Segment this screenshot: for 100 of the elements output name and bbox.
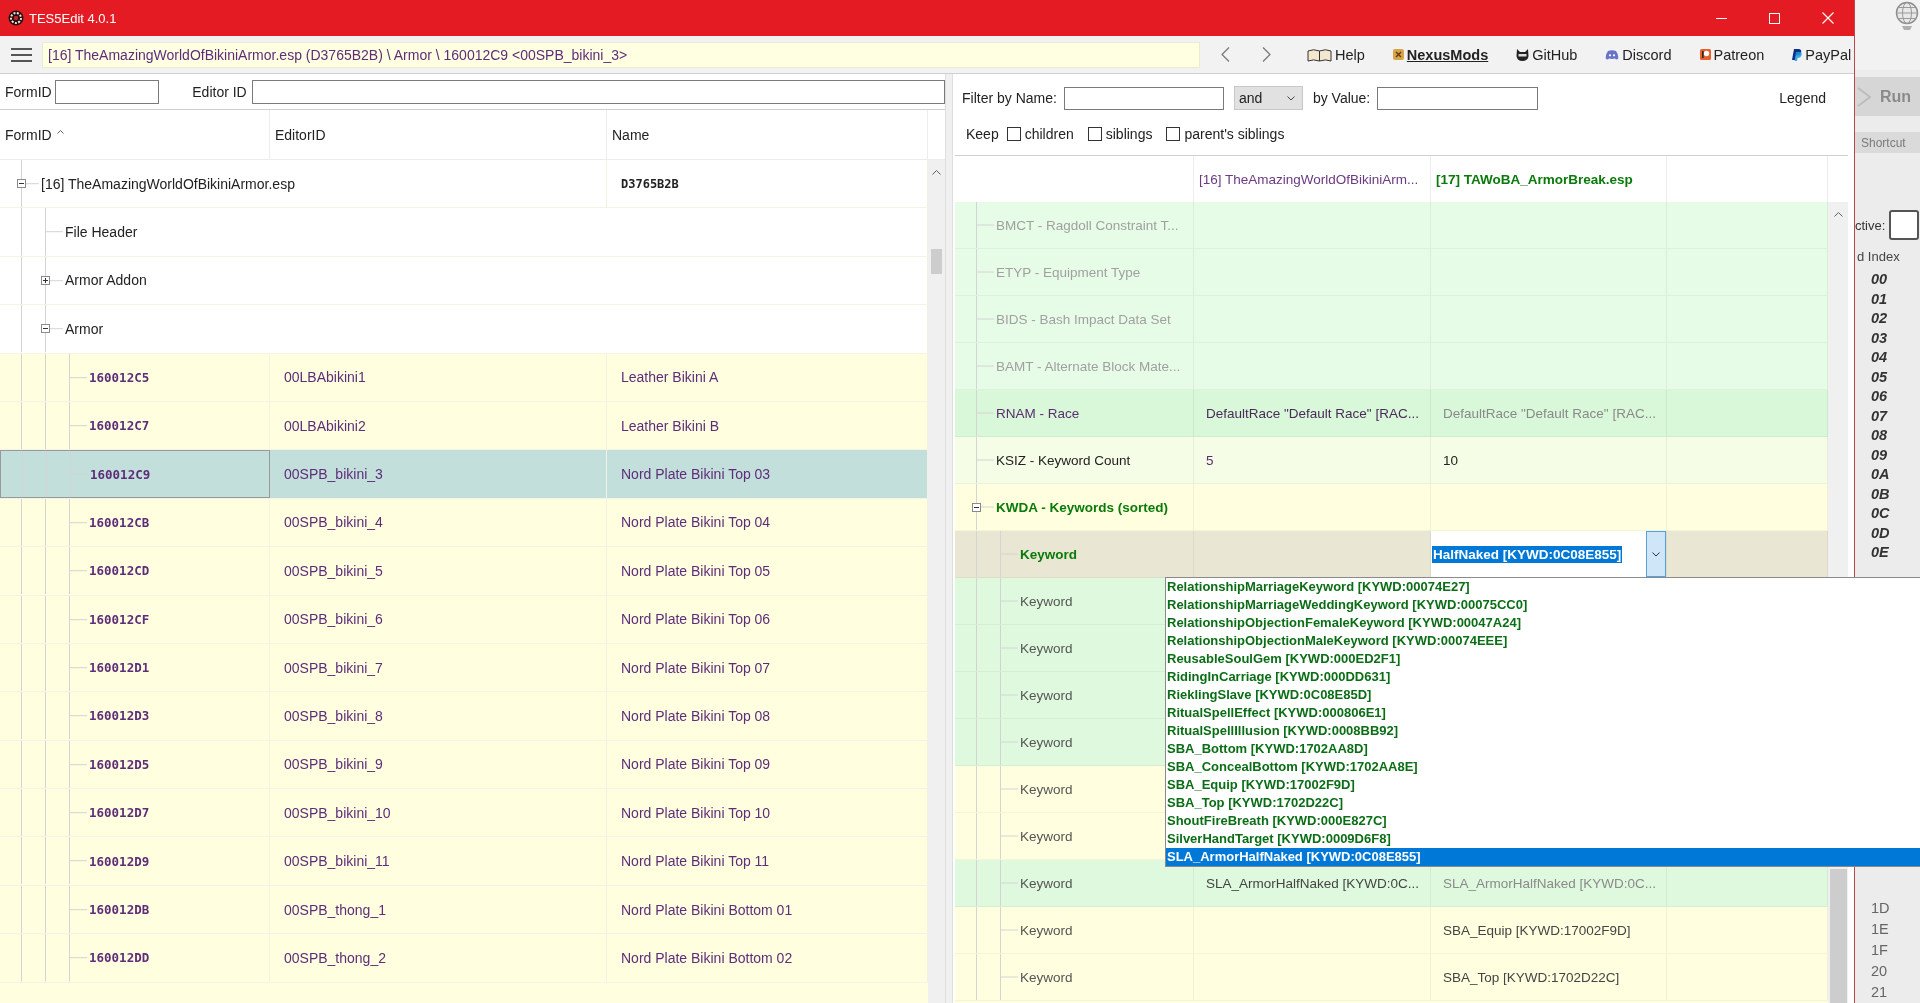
minus-box-icon[interactable]: [40, 324, 50, 334]
record-row[interactable]: 160012CD 00SPB_bikini_5 Nord Plate Bikini Top 05: [0, 547, 928, 596]
field-value: DefaultRace "Default Race" [RAC...: [1206, 405, 1419, 421]
form-id-label: FormID: [5, 83, 52, 100]
toolbar-link[interactable]: PayPal: [1792, 46, 1852, 63]
index-cell: 07: [1871, 406, 1888, 426]
record-row[interactable]: 160012D7 00SPB_bikini_10 Nord Plate Bikini Top 10: [0, 789, 928, 838]
record-row[interactable]: 160012D9 00SPB_bikini_11 Nord Plate Bikini Top 11: [0, 837, 928, 886]
field-label: Keyword: [1020, 828, 1073, 844]
record-row[interactable]: 160012D3 00SPB_bikini_8 Nord Plate Bikini Top 08: [0, 692, 928, 741]
dropdown-option[interactable]: RelationshipObjectionFemaleKeyword [KYWD:00047A24]: [1166, 614, 1920, 632]
editor-id-field[interactable]: [251, 79, 945, 104]
scroll-up-icon[interactable]: [1833, 212, 1843, 217]
field-label: Keyword: [1020, 546, 1077, 562]
field-row[interactable]: KSIZ - Keyword Count 5 10: [955, 437, 1828, 484]
field-row[interactable]: Keyword SBA_Equip [KYWD:17002F9D]: [955, 907, 1828, 954]
plus-box-icon[interactable]: [40, 275, 50, 285]
index-cell-text: 00: [1871, 270, 1888, 289]
toolbar-link[interactable]: GitHub: [1516, 46, 1578, 63]
file-name: [16] TheAmazingWorldOfBikiniArmor.esp: [41, 175, 295, 192]
tree-lines: [976, 343, 994, 389]
column-header[interactable]: Name: [612, 126, 650, 143]
dropdown-option[interactable]: SBA_ConcealBottom [KYWD:1702AA8E]: [1166, 758, 1920, 776]
record-row[interactable]: 160012C9 00SPB_bikini_3 Nord Plate Bikini Top 03: [0, 450, 928, 499]
splitter-handle[interactable]: [945, 74, 953, 1003]
checkbox-label[interactable]: siblings: [1105, 126, 1153, 142]
dropdown-option[interactable]: RitualSpellEffect [KYWD:000806E1]: [1166, 704, 1920, 722]
dropdown-option[interactable]: SBA_Bottom [KYWD:1702AA8D]: [1166, 740, 1920, 758]
close-icon[interactable]: [1821, 12, 1834, 24]
scrollbar-thumb[interactable]: [931, 249, 942, 274]
editor-id: 00SPB_bikini_6: [284, 611, 383, 628]
record-name: Nord Plate Bikini Top 05: [621, 562, 771, 579]
toolbar-link[interactable]: Discord: [1605, 46, 1672, 63]
minimize-icon[interactable]: [1716, 17, 1727, 19]
record-row[interactable]: 160012CB 00SPB_bikini_4 Nord Plate Bikini Top 04: [0, 498, 928, 548]
field-value: DefaultRace "Default Race" [RAC...: [1443, 405, 1656, 421]
form-id: 160012CF: [89, 611, 150, 627]
dropdown-option[interactable]: SBA_Equip [KYWD:17002F9D]: [1166, 776, 1920, 794]
dropdown-option[interactable]: RelationshipMarriageKeyword [KYWD:00074E27]: [1166, 578, 1920, 596]
scroll-up-icon[interactable]: [932, 170, 941, 175]
toolbar-link[interactable]: Help: [1307, 46, 1365, 63]
record-row[interactable]: 160012CF 00SPB_bikini_6 Nord Plate Bikini Top 06: [0, 595, 928, 644]
operator-select[interactable]: and: [1233, 86, 1303, 110]
dropdown-option[interactable]: RidingInCarriage [KYWD:000DD631]: [1166, 668, 1920, 686]
tree-row[interactable]: File Header: [0, 208, 928, 257]
checkbox[interactable]: [1166, 127, 1181, 141]
checkbox-label[interactable]: parent's siblings: [1184, 126, 1285, 142]
filter-name-field[interactable]: [1063, 86, 1224, 110]
dropdown-option[interactable]: ShoutFireBreath [KYWD:000E827C]: [1166, 812, 1920, 830]
dropdown-option[interactable]: RelationshipMarriageWeddingKeyword [KYWD:00075CC0]: [1166, 596, 1920, 614]
filter-value-label: by Value:: [1312, 90, 1371, 106]
checkbox[interactable]: [1087, 127, 1102, 141]
legend-link[interactable]: Legend: [1779, 90, 1826, 106]
toolbar-link[interactable]: NexusMods: [1392, 46, 1489, 63]
dropdown-option[interactable]: RieklingSlave [KYWD:0C08E85D]: [1166, 686, 1920, 704]
tree-lines: [976, 672, 1018, 718]
path-field[interactable]: [16] TheAmazingWorldOfBikiniArmor.esp (D3765B2B) \ Armor \ 160012C9 <00SPB_bikini_3>: [42, 41, 1200, 68]
dropdown-option[interactable]: RitualSpellIllusion [KYWD:0008BB92]: [1166, 722, 1920, 740]
dropdown-option[interactable]: SBA_Top [KYWD:1702D22C]: [1166, 794, 1920, 812]
tree-row[interactable]: [16] TheAmazingWorldOfBikiniArmor.esp D3765B2B: [0, 160, 928, 209]
chevron-left-icon[interactable]: [1221, 47, 1230, 62]
dropdown-option[interactable]: ReusableSoulGem [KYWD:000ED2F1]: [1166, 650, 1920, 668]
dropdown-option[interactable]: SLA_ArmorHalfNaked [KYWD:0C08E855]: [1166, 848, 1920, 866]
minus-box-icon[interactable]: [971, 502, 981, 512]
record-row[interactable]: 160012C5 00LBAbikini1 Leather Bikini A: [0, 353, 928, 402]
index-cell-text: 20: [1871, 962, 1888, 981]
minus-box-icon[interactable]: [16, 179, 26, 189]
tree-row[interactable]: Armor Addon: [0, 256, 928, 306]
scrollbar-thumb[interactable]: [1829, 869, 1847, 1003]
checkbox-label[interactable]: children: [1024, 126, 1074, 142]
field-label: Keyword: [1020, 593, 1073, 609]
field-row[interactable]: KWDA - Keywords (sorted): [955, 484, 1828, 531]
record-name: Nord Plate Bikini Top 09: [621, 756, 771, 773]
column-header[interactable]: FormID: [5, 126, 64, 143]
tree-row[interactable]: Armor: [0, 305, 928, 354]
field-label: RNAM - Race: [996, 405, 1080, 421]
form-id-field[interactable]: [54, 79, 160, 104]
field-row[interactable]: RNAM - Race DefaultRace "Default Race" [RAC... DefaultRace "Default Race" [RAC...: [955, 390, 1828, 437]
record-name: Leather Bikini B: [621, 417, 720, 434]
column-header[interactable]: EditorID: [275, 126, 326, 143]
column-header: [17] TAWoBA_ArmorBreak.esp: [1436, 171, 1633, 187]
field-label: ETYP - Equipment Type: [996, 264, 1141, 280]
record-row[interactable]: 160012DB 00SPB_thong_1 Nord Plate Bikini Bottom 01: [0, 885, 928, 935]
editor-id: 00SPB_bikini_5: [284, 562, 383, 579]
maximize-icon[interactable]: [1769, 12, 1780, 24]
keyword-combo[interactable]: HalfNaked [KYWD:0C08E855]: [1431, 531, 1666, 577]
dropdown-option[interactable]: RelationshipObjectionMaleKeyword [KYWD:00074EEE]: [1166, 632, 1920, 650]
record-row[interactable]: 160012DD 00SPB_thong_2 Nord Plate Bikini Bottom 02: [0, 934, 928, 983]
record-row[interactable]: 160012D1 00SPB_bikini_7 Nord Plate Bikini Top 07: [0, 643, 928, 693]
menu-icon[interactable]: [11, 47, 32, 62]
dropdown-option[interactable]: SilverHandTarget [KYWD:0009D6F8]: [1166, 830, 1920, 848]
slanted-logo-icon: [1792, 48, 1803, 61]
input-field[interactable]: [1889, 210, 1920, 240]
field-row[interactable]: Keyword SBA_Top [KYWD:1702D22C]: [955, 954, 1828, 1001]
chevron-right-icon[interactable]: [1262, 47, 1271, 62]
checkbox[interactable]: [1006, 127, 1021, 141]
toolbar-link[interactable]: Patreon: [1699, 46, 1765, 63]
record-row[interactable]: 160012D5 00SPB_bikini_9 Nord Plate Bikini Top 09: [0, 740, 928, 790]
filter-value-field[interactable]: [1377, 86, 1539, 110]
record-row[interactable]: 160012C7 00LBAbikini2 Leather Bikini B: [0, 401, 928, 451]
